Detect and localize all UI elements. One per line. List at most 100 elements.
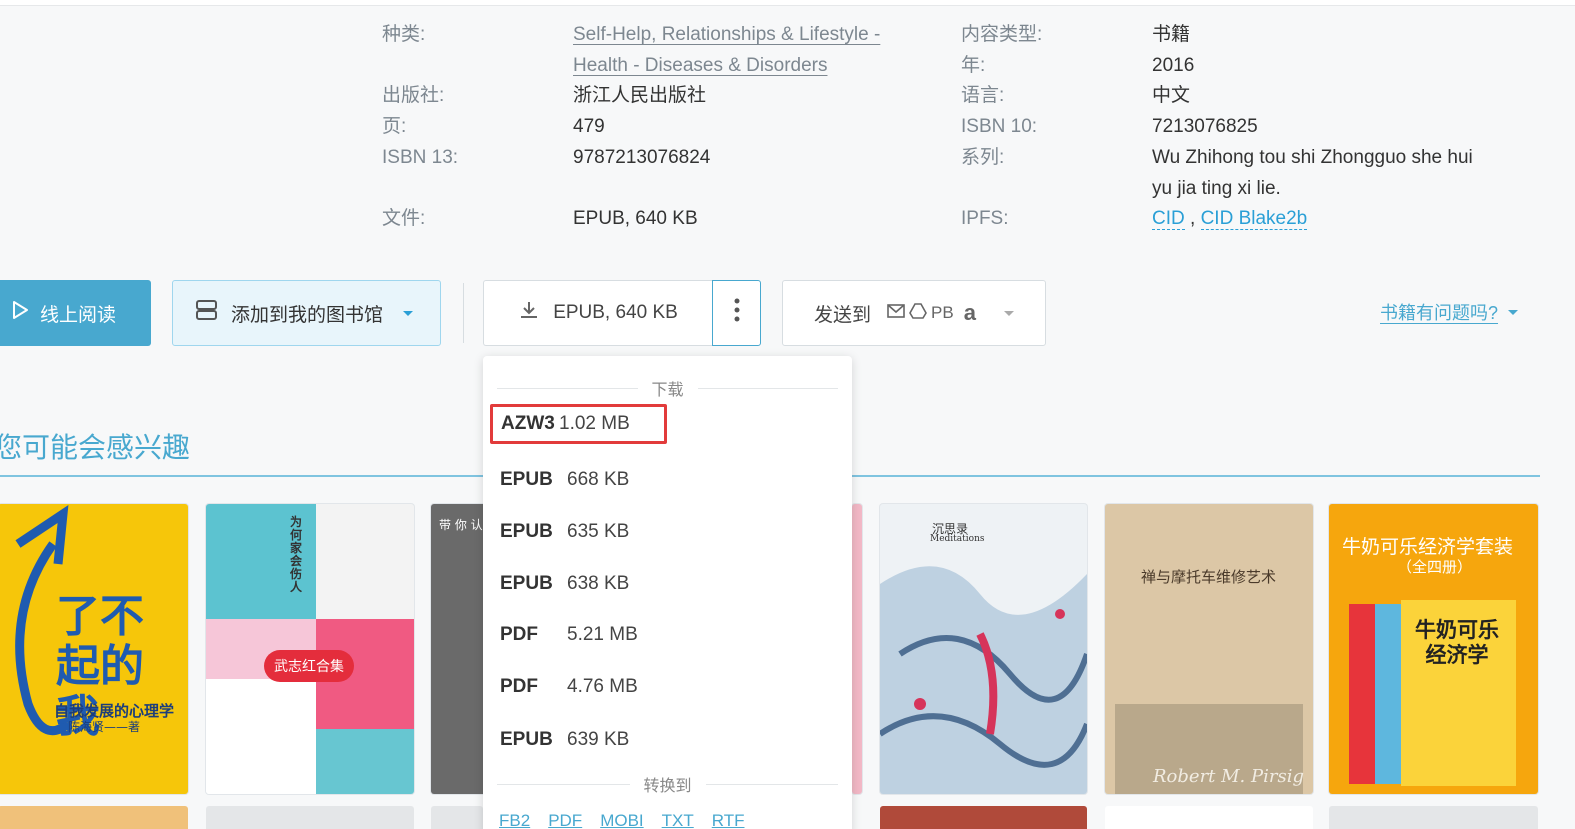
cover-author: Robert M. Pirsig — [1153, 766, 1304, 787]
chevron-down-icon — [1508, 309, 1519, 315]
size-label: 5.21 MB — [567, 624, 638, 645]
download-option-epub[interactable]: EPUB 638 KB — [500, 564, 629, 604]
size-label: 668 KB — [567, 469, 630, 490]
format-label: AZW3 — [501, 413, 555, 434]
download-label: EPUB, 640 KB — [553, 302, 678, 323]
category-value[interactable]: Self-Help, Relationships & Lifestyle - H… — [573, 20, 880, 81]
download-option-epub[interactable]: EPUB 635 KB — [500, 512, 629, 552]
chevron-down-icon — [403, 310, 414, 316]
cover-book-title: 牛奶可乐经济学 — [1415, 618, 1499, 667]
publisher-value: 浙江人民出版社 — [573, 85, 707, 106]
category-link-line1[interactable]: Self-Help, Relationships & Lifestyle - — [573, 24, 880, 45]
book-cover[interactable]: 为何家会伤人 武志红合集 — [206, 504, 414, 794]
download-option-epub[interactable]: EPUB 668 KB — [500, 460, 629, 500]
read-online-button[interactable]: 线上阅读 — [0, 280, 151, 346]
year-label: 年: — [961, 54, 986, 76]
convert-heading-label: 转换到 — [643, 778, 692, 795]
cover-title: 禅与摩托车维修艺术 — [1141, 568, 1277, 586]
download-option-azw3[interactable]: AZW3 1.02 MB — [490, 404, 667, 444]
download-button[interactable]: EPUB, 640 KB — [483, 280, 713, 346]
pages-label: 页: — [382, 116, 407, 137]
ipfs-separator: , — [1184, 208, 1201, 229]
book-cover[interactable] — [852, 504, 862, 794]
series-label: 系列: — [961, 147, 1005, 168]
add-to-library-button[interactable]: 添加到我的图书馆 — [172, 280, 441, 346]
convert-heading: 转换到 — [483, 772, 852, 796]
report-issue-label: 书籍有问题吗? — [1380, 303, 1499, 323]
convert-options: FB2 PDF MOBI TXT RTF — [499, 811, 745, 829]
cover-badge: 武志红合集 — [264, 650, 354, 682]
size-label: 1.02 MB — [559, 413, 630, 434]
ipfs-value: CID , CID Blake2b — [1152, 204, 1308, 235]
convert-option-pdf[interactable]: PDF — [548, 811, 582, 829]
series-value: Wu Zhihong tou shi Zhongguo she hui yu j… — [1152, 143, 1473, 204]
size-label: 635 KB — [567, 521, 630, 542]
book-cover-row2[interactable] — [206, 806, 414, 829]
content-type-label: 内容类型: — [961, 24, 1043, 45]
size-label: 639 KB — [567, 729, 630, 750]
publisher-label: 出版社: — [382, 85, 445, 106]
book-cover[interactable]: 带 你 认 — [431, 504, 491, 794]
convert-option-txt[interactable]: TXT — [662, 811, 694, 829]
content-type-value: 书籍 — [1152, 24, 1191, 45]
send-to-label: 发送到 — [814, 304, 872, 326]
convert-option-mobi[interactable]: MOBI — [600, 811, 643, 829]
size-label: 638 KB — [567, 573, 630, 594]
action-divider — [463, 283, 464, 343]
format-label: EPUB — [500, 469, 553, 490]
year-value: 2016 — [1152, 54, 1195, 76]
series-line1: Wu Zhihong tou shi Zhongguo she hui — [1152, 147, 1473, 168]
format-label: EPUB — [500, 729, 553, 750]
convert-option-fb2[interactable]: FB2 — [499, 811, 530, 829]
category-link-line2[interactable]: Health - Diseases & Disorders — [573, 55, 827, 76]
kebab-menu-icon — [734, 298, 740, 328]
book-cover-row2[interactable] — [431, 806, 483, 829]
cover-art — [880, 566, 1087, 794]
format-label: PDF — [500, 624, 538, 645]
report-issue-link[interactable]: 书籍有问题吗? — [1380, 299, 1519, 325]
send-to-button[interactable]: 发送到 PB a — [782, 280, 1046, 346]
book-cover-row2[interactable] — [1105, 806, 1313, 829]
email-icon — [887, 303, 905, 323]
ipfs-cid-link[interactable]: CID — [1152, 208, 1185, 230]
book-cover-row2[interactable] — [0, 806, 188, 829]
cover-title: 带 你 认 — [439, 518, 483, 532]
format-label: EPUB — [500, 573, 553, 594]
file-label: 文件: — [382, 208, 426, 229]
book-cover[interactable]: 牛奶可乐经济学套装 （全四册） 牛奶可乐经济学 — [1329, 504, 1538, 794]
section-title: 您可能会感兴趣 — [0, 432, 191, 463]
isbn10-label: ISBN 10: — [961, 116, 1038, 137]
book-cover[interactable]: 禅与摩托车维修艺术 Robert M. Pirsig — [1105, 504, 1313, 794]
book-cover[interactable]: 沉思录 Meditations — [880, 504, 1087, 794]
ipfs-label: IPFS: — [961, 208, 1009, 229]
isbn13-value: 9787213076824 — [573, 147, 711, 168]
size-label: 4.76 MB — [567, 676, 638, 697]
convert-option-rtf[interactable]: RTF — [712, 811, 745, 829]
cover-subtitle: （全四册） — [1397, 558, 1473, 576]
download-option-pdf[interactable]: PDF 5.21 MB — [500, 615, 638, 655]
format-label: EPUB — [500, 521, 553, 542]
add-to-library-label: 添加到我的图书馆 — [231, 304, 384, 326]
download-heading-label: 下载 — [651, 382, 684, 399]
more-formats-button[interactable] — [712, 280, 761, 346]
cover-author: 陈海贤——著 — [68, 720, 141, 734]
download-option-pdf[interactable]: PDF 4.76 MB — [500, 667, 638, 707]
series-line2: yu jia ting xi lie. — [1152, 177, 1281, 199]
file-value: EPUB, 640 KB — [573, 208, 698, 229]
ipfs-cid-blake2b-link[interactable]: CID Blake2b — [1200, 208, 1308, 230]
download-option-epub[interactable]: EPUB 639 KB — [500, 720, 629, 760]
send-targets: PB a — [887, 300, 980, 326]
cover-english-title: Meditations — [930, 534, 985, 544]
pocketbook-label: PB — [931, 303, 954, 322]
language-value: 中文 — [1152, 85, 1191, 106]
category-label: 种类: — [382, 24, 426, 45]
format-label: PDF — [500, 676, 538, 697]
top-border — [0, 0, 1575, 6]
download-formats-menu: 下载 AZW3 1.02 MB EPUB 668 KB EPUB 635 KB … — [483, 356, 852, 829]
download-heading: 下载 — [483, 376, 852, 400]
book-cover[interactable]: 了不起的我 自我发展的心理学 陈海贤——著 — [0, 504, 188, 794]
isbn10-value: 7213076825 — [1152, 116, 1258, 137]
cover-title: 为何家会伤人 — [290, 515, 303, 594]
book-cover-row2[interactable] — [1329, 806, 1538, 829]
book-cover-row2[interactable] — [880, 806, 1087, 829]
